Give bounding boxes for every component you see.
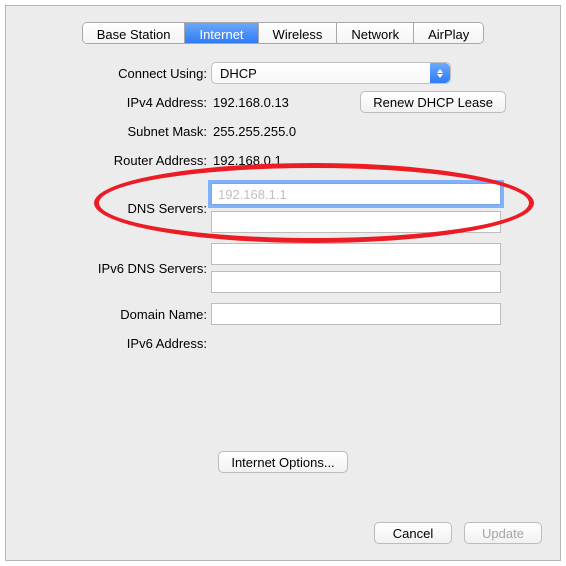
dns-servers-label: DNS Servers: — [6, 201, 211, 216]
update-button[interactable]: Update — [464, 522, 542, 544]
tab-base-station[interactable]: Base Station — [83, 23, 186, 43]
ipv6-dns-servers-label: IPv6 DNS Servers: — [6, 261, 211, 276]
connect-using-label: Connect Using: — [6, 66, 211, 81]
dns-server-field-1[interactable]: 192.168.1.1 — [211, 183, 501, 205]
router-address-label: Router Address: — [6, 153, 211, 168]
domain-name-label: Domain Name: — [6, 307, 211, 322]
tab-internet[interactable]: Internet — [185, 23, 258, 43]
domain-name-field[interactable] — [211, 303, 501, 325]
settings-panel: Base Station Internet Wireless Network A… — [5, 5, 561, 561]
ipv6-dns-server-field-1[interactable] — [211, 243, 501, 265]
ipv6-address-label: IPv6 Address: — [6, 336, 211, 351]
dns-server-field-2[interactable] — [211, 211, 501, 233]
select-arrows-icon — [430, 63, 450, 83]
segmented-control: Base Station Internet Wireless Network A… — [82, 22, 485, 44]
cancel-button[interactable]: Cancel — [374, 522, 452, 544]
router-address-value: 192.168.0.1 — [211, 153, 282, 168]
internet-form: Connect Using: DHCP IPv4 Address: 192.16… — [6, 62, 560, 361]
tab-network[interactable]: Network — [337, 23, 414, 43]
subnet-mask-value: 255.255.255.0 — [211, 124, 296, 139]
ipv4-address-value: 192.168.0.13 — [211, 95, 289, 110]
ipv4-address-label: IPv4 Address: — [6, 95, 211, 110]
subnet-mask-label: Subnet Mask: — [6, 124, 211, 139]
ipv6-dns-server-field-2[interactable] — [211, 271, 501, 293]
connect-using-select[interactable]: DHCP — [211, 62, 451, 84]
footer-buttons: Cancel Update — [374, 522, 542, 544]
tab-bar: Base Station Internet Wireless Network A… — [6, 22, 560, 44]
tab-wireless[interactable]: Wireless — [259, 23, 338, 43]
tab-airplay[interactable]: AirPlay — [414, 23, 483, 43]
connect-using-value: DHCP — [220, 66, 257, 81]
internet-options-button[interactable]: Internet Options... — [218, 451, 347, 473]
renew-dhcp-button[interactable]: Renew DHCP Lease — [360, 91, 506, 113]
